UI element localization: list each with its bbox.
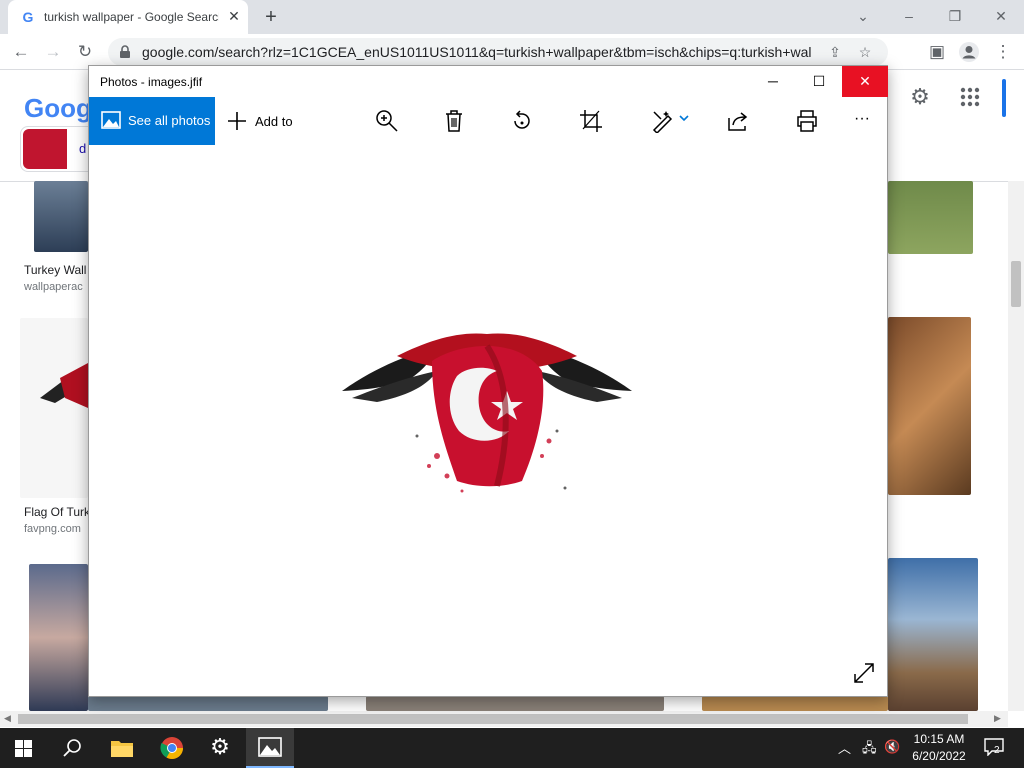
chip-thumbnail [23, 129, 67, 169]
address-bar[interactable]: google.com/search?rlz=1C1GCEA_enUS1011US… [108, 38, 888, 66]
reload-button[interactable]: ↻ [74, 41, 96, 63]
url-text: google.com/search?rlz=1C1GCEA_enUS1011US… [142, 44, 812, 60]
taskbar-clock-time[interactable]: 10:15 AM [906, 732, 972, 746]
gear-icon[interactable]: ⚙ [908, 85, 932, 109]
chip-label: d [79, 141, 87, 156]
lock-icon [120, 45, 130, 58]
result-image[interactable] [888, 558, 978, 711]
photos-gallery-icon [101, 111, 121, 129]
tab-close-icon[interactable]: ✕ [226, 8, 242, 24]
photos-close-button[interactable]: ✕ [842, 66, 888, 97]
share-icon[interactable] [726, 109, 750, 133]
result-image[interactable] [88, 696, 328, 711]
browser-close-button[interactable]: ✕ [990, 6, 1012, 26]
vertical-scrollbar[interactable] [1008, 181, 1024, 711]
delete-icon[interactable] [442, 109, 466, 133]
see-all-photos-label: See all photos [128, 113, 211, 128]
fullscreen-expand-icon[interactable] [853, 662, 875, 684]
crop-icon[interactable] [579, 109, 603, 133]
photos-maximize-button[interactable]: ☐ [796, 66, 842, 97]
network-icon[interactable]: 🖧 [862, 739, 877, 761]
result-image[interactable] [34, 181, 88, 252]
chrome-icon[interactable] [160, 736, 184, 760]
horizontal-scrollbar[interactable]: ◀ ▶ [0, 711, 1008, 727]
settings-gear-icon[interactable]: ⚙ [208, 735, 232, 759]
result-title[interactable]: Turkey Wall [24, 263, 86, 277]
result-title[interactable]: Flag Of Turk [24, 505, 90, 519]
share-page-icon[interactable]: ⇪ [826, 43, 844, 61]
photos-app-icon [258, 737, 282, 757]
notification-center-icon[interactable]: 2 [984, 738, 1004, 757]
browser-menu-icon[interactable]: ⋮ [992, 41, 1014, 63]
scroll-left-arrow-icon[interactable]: ◀ [4, 713, 11, 724]
tab-search-button[interactable]: ⌄ [852, 6, 874, 26]
search-icon[interactable] [62, 738, 82, 758]
photos-app-window: Photos - images.jfif ─ ☐ ✕ See all photo… [88, 65, 888, 697]
browser-restore-button[interactable]: ❐ [944, 6, 966, 26]
windows-taskbar: ⚙ ︿ 🖧 🔇 10:15 AM 6/20/2022 2 [0, 728, 1024, 768]
google-favicon-icon: G [22, 9, 34, 25]
see-all-photos-button[interactable]: See all photos [89, 97, 215, 145]
vertical-scroll-thumb[interactable] [1011, 261, 1021, 307]
show-hidden-icons-icon[interactable]: ︿ [838, 738, 851, 757]
profile-avatar-icon[interactable] [958, 41, 980, 63]
taskbar-photos-app[interactable] [246, 728, 294, 768]
print-icon[interactable] [795, 109, 819, 133]
scroll-right-arrow-icon[interactable]: ▶ [994, 713, 1001, 724]
forward-button[interactable]: → [42, 41, 64, 63]
add-to-button[interactable]: Add to [225, 97, 315, 145]
zoom-in-icon[interactable] [375, 109, 399, 133]
volume-muted-icon[interactable]: 🔇 [884, 739, 900, 755]
result-image[interactable] [888, 317, 971, 495]
browser-minimize-button[interactable]: – [898, 6, 920, 26]
taskbar-clock-date[interactable]: 6/20/2022 [906, 749, 972, 763]
rotate-icon[interactable] [510, 109, 534, 133]
photos-window-title: Photos - images.jfif [100, 75, 203, 89]
bookmark-star-icon[interactable]: ☆ [856, 43, 874, 61]
new-tab-button[interactable]: + [262, 7, 280, 27]
result-source: favpng.com [24, 523, 81, 535]
browser-tab-strip: G turkish wallpaper - Google Search ✕ + … [0, 0, 1024, 34]
result-image[interactable] [702, 696, 888, 711]
notification-count: 2 [994, 745, 1000, 756]
horizontal-scroll-thumb[interactable] [18, 714, 968, 724]
result-source: wallpaperac [24, 281, 83, 293]
photos-toolbar: See all photos Add to ··· [89, 97, 887, 145]
add-to-label: Add to [255, 114, 293, 129]
tab-title: turkish wallpaper - Google Search [44, 10, 219, 24]
result-image[interactable] [888, 181, 973, 254]
plus-icon [228, 112, 246, 130]
sign-in-button-edge[interactable] [1002, 79, 1006, 117]
side-panel-icon[interactable]: ▣ [926, 41, 948, 63]
edit-icon[interactable] [651, 109, 675, 133]
photos-minimize-button[interactable]: ─ [750, 66, 796, 97]
result-image[interactable] [29, 564, 88, 711]
file-explorer-icon[interactable] [110, 738, 134, 758]
windows-start-icon[interactable] [15, 740, 32, 757]
displayed-photo [342, 333, 632, 493]
google-apps-icon[interactable] [958, 85, 982, 109]
result-image[interactable] [366, 696, 664, 711]
result-image[interactable] [20, 318, 88, 498]
more-options-icon[interactable]: ··· [854, 110, 870, 128]
browser-tab[interactable]: G turkish wallpaper - Google Search ✕ [8, 0, 248, 34]
chevron-down-icon[interactable] [679, 115, 689, 123]
back-button[interactable]: ← [10, 41, 32, 63]
